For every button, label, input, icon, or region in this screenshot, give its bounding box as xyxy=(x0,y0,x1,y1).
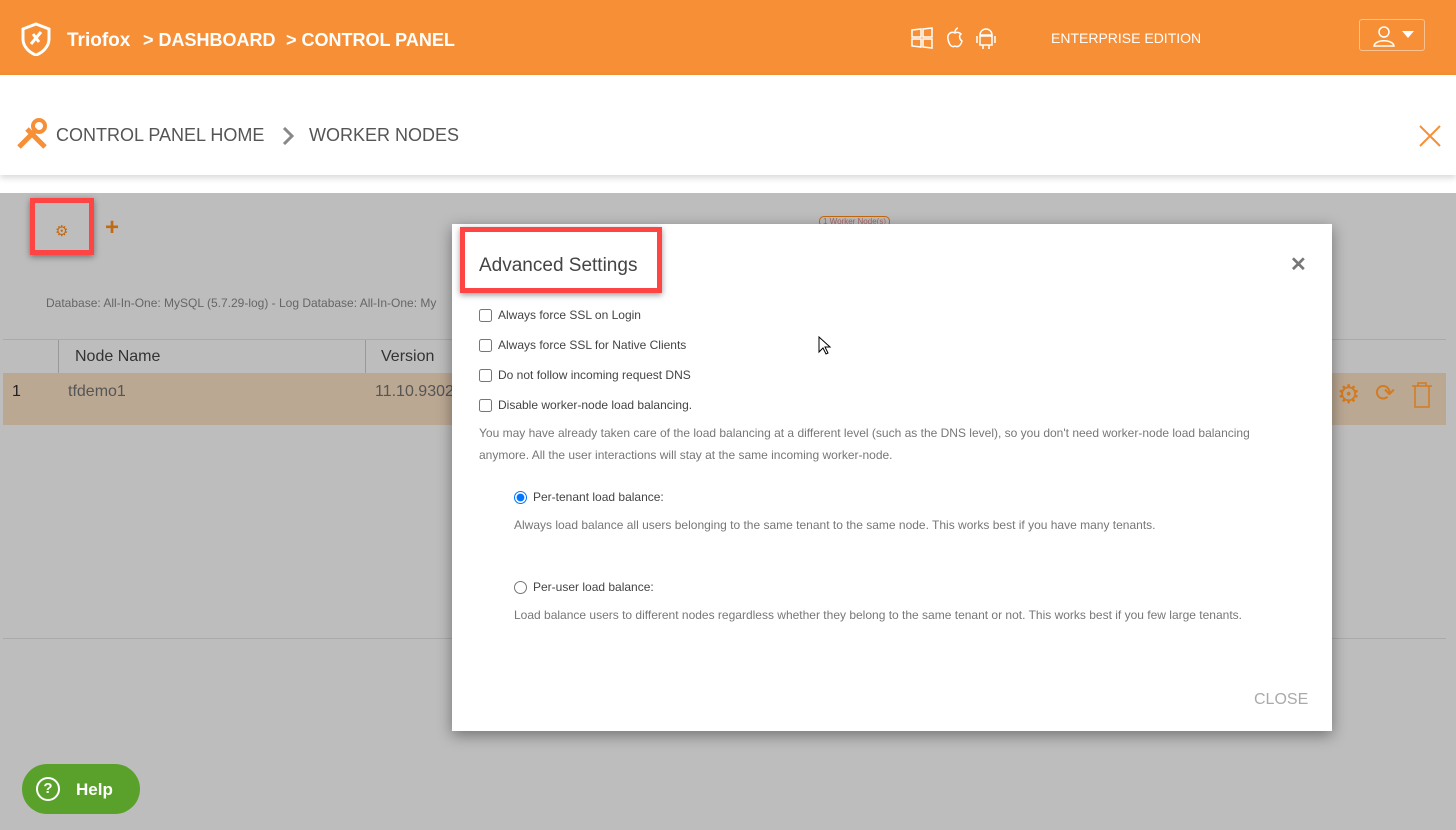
checkbox-label: Do not follow incoming request DNS xyxy=(498,368,691,382)
radio-label: Per-user load balance: xyxy=(533,580,654,594)
header-node-name: Node Name xyxy=(75,348,161,365)
mouse-cursor-icon xyxy=(818,336,832,355)
node-settings-icon[interactable]: ⚙ xyxy=(1337,379,1360,410)
checkbox-disable-load-balancing[interactable]: Disable worker-node load balancing. xyxy=(479,398,692,412)
sub-header: CONTROL PANEL HOME WORKER NODES xyxy=(0,75,1456,175)
trash-icon[interactable] xyxy=(1411,381,1433,409)
radio[interactable] xyxy=(514,490,527,504)
help-label: Help xyxy=(76,780,113,799)
database-info: Database: All-In-One: MySQL (5.7.29-log)… xyxy=(46,296,437,310)
help-button[interactable]: ? Help xyxy=(22,764,140,814)
page-title: WORKER NODES xyxy=(309,125,460,145)
breadcrumb-dashboard[interactable]: > DASHBOARD xyxy=(143,30,276,51)
dialog-close-icon[interactable]: ✕ xyxy=(1290,252,1307,277)
user-menu-button[interactable] xyxy=(1359,19,1425,51)
triofox-logo-icon xyxy=(21,22,51,56)
per-tenant-description: Always load balance all users belonging … xyxy=(514,518,1156,532)
top-bar: Triofox > DASHBOARD > CONTROL PANEL ENTE… xyxy=(0,0,1456,75)
refresh-icon[interactable]: ⟳ xyxy=(1375,379,1395,408)
checkbox[interactable] xyxy=(479,308,492,322)
apple-icon[interactable] xyxy=(943,26,967,50)
advanced-settings-dialog: Advanced Settings ✕ Always force SSL on … xyxy=(452,224,1332,731)
radio-per-user[interactable]: Per-user load balance: xyxy=(514,580,654,594)
node-name: tfdemo1 xyxy=(68,383,126,400)
chevron-down-icon xyxy=(1402,31,1414,38)
breadcrumb-control-panel-home[interactable]: CONTROL PANEL HOME xyxy=(56,125,264,146)
title-highlight-box xyxy=(460,227,662,293)
per-user-description: Load balance users to different nodes re… xyxy=(514,608,1242,622)
row-index: 1 xyxy=(12,383,21,400)
radio[interactable] xyxy=(514,580,527,594)
checkbox-no-follow-dns[interactable]: Do not follow incoming request DNS xyxy=(479,368,691,382)
close-button[interactable]: CLOSE xyxy=(1254,691,1308,709)
radio-label: Per-tenant load balance: xyxy=(533,490,664,504)
close-icon[interactable] xyxy=(1419,125,1441,147)
brand-name: Triofox xyxy=(67,30,131,51)
chevron-right-icon xyxy=(282,127,294,145)
edition-label: ENTERPRISE EDITION xyxy=(1051,30,1202,46)
checkbox-force-ssl-login[interactable]: Always force SSL on Login xyxy=(479,308,641,322)
checkbox-label: Always force SSL for Native Clients xyxy=(498,338,687,352)
node-version: 11.10.9302 xyxy=(375,383,454,400)
windows-icon[interactable] xyxy=(910,26,934,50)
checkbox-force-ssl-native[interactable]: Always force SSL for Native Clients xyxy=(479,338,686,352)
checkbox-label: Disable worker-node load balancing. xyxy=(498,398,693,412)
checkbox[interactable] xyxy=(479,368,492,382)
breadcrumb-control-panel[interactable]: > CONTROL PANEL xyxy=(286,30,455,51)
question-icon: ? xyxy=(36,777,60,801)
android-icon[interactable] xyxy=(974,26,998,50)
settings-gear-icon[interactable]: ⚙ xyxy=(55,222,68,240)
load-balancing-description: You may have already taken care of the l… xyxy=(479,426,1250,462)
tools-icon xyxy=(17,118,47,149)
add-node-icon[interactable]: + xyxy=(105,214,119,242)
radio-per-tenant[interactable]: Per-tenant load balance: xyxy=(514,490,664,504)
checkbox[interactable] xyxy=(479,338,492,352)
user-icon xyxy=(1373,26,1395,47)
checkbox[interactable] xyxy=(479,398,492,412)
header-version: Version xyxy=(381,348,435,365)
checkbox-label: Always force SSL on Login xyxy=(498,308,641,322)
